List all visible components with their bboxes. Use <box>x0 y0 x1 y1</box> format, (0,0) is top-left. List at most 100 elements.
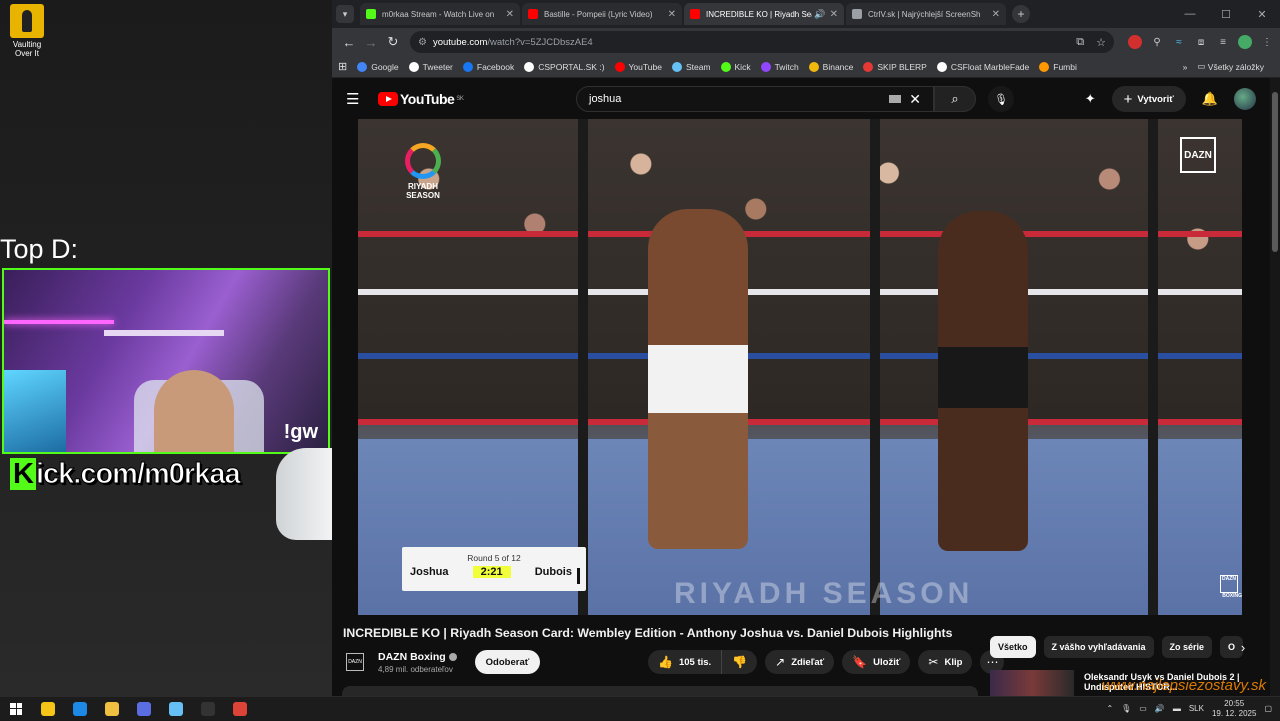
bookmark-item[interactable]: CSFloat MarbleFade <box>936 61 1029 72</box>
channel-name[interactable]: DAZN Boxing <box>378 651 446 663</box>
clip-button[interactable]: ✂ Klip <box>918 650 973 674</box>
taskbar-app-folder[interactable] <box>96 697 128 721</box>
chips-next-arrow-icon[interactable]: › <box>1232 636 1254 658</box>
scorebug-row: Joshua 2:21 Dubois <box>402 566 586 578</box>
browser-tab[interactable]: m0rkaa Stream - Watch Live on ✕ <box>360 3 520 25</box>
minimize-icon[interactable]: — <box>1172 0 1208 28</box>
bookmark-item[interactable]: YouTube <box>614 61 662 72</box>
close-tab-icon[interactable]: ✕ <box>506 9 514 20</box>
tab-audio-icon[interactable]: 🔊 <box>814 9 825 20</box>
extension-red-icon[interactable] <box>1128 35 1142 49</box>
bookmark-item[interactable]: SKIP BLERP <box>863 61 927 72</box>
tab-search-button[interactable]: ▾ <box>336 5 354 23</box>
create-button[interactable]: + Vytvoriť <box>1111 86 1186 112</box>
close-window-icon[interactable]: ✕ <box>1244 0 1280 28</box>
taskbar-app-files[interactable] <box>64 697 96 721</box>
bookmark-item[interactable]: Tweeter <box>408 61 453 72</box>
close-tab-icon[interactable]: ✕ <box>830 9 838 20</box>
language-indicator[interactable]: SLK <box>1189 704 1204 713</box>
browser-tab[interactable]: CtrlV.sk | Najrýchlejší ScreenSh ✕ <box>846 3 1006 25</box>
filter-chip[interactable]: Všetko <box>990 636 1036 658</box>
microphone-icon[interactable]: 🎙 <box>1121 704 1131 713</box>
bookmark-item[interactable]: Fumbi <box>1039 61 1077 72</box>
video-player[interactable]: RIYADH SEASON RIYADH SEASON DAZN DAZN BO… <box>358 119 1242 615</box>
all-bookmarks-folder[interactable]: ▭ Všetky záložky <box>1197 61 1264 72</box>
taskbar-app-chrome[interactable] <box>224 697 256 721</box>
close-tab-icon[interactable]: ✕ <box>992 9 1000 20</box>
car-decoration <box>276 448 332 540</box>
scissors-icon: ✂ <box>928 655 939 669</box>
bookmark-label: Google <box>371 61 399 72</box>
taskbar-app-steam[interactable] <box>160 697 192 721</box>
files-icon <box>73 701 87 716</box>
bookmark-item[interactable]: CSPORTAL.SK :) <box>524 61 605 72</box>
search-input[interactable]: joshua ✕ <box>576 86 934 112</box>
subscribe-button[interactable]: Odoberať <box>474 650 541 674</box>
channel-name-row[interactable]: DAZN Boxing <box>378 651 457 663</box>
close-tab-icon[interactable]: ✕ <box>668 9 676 20</box>
clear-search-icon[interactable]: ✕ <box>909 91 921 108</box>
new-tab-button[interactable]: + <box>1012 5 1030 23</box>
battery-icon[interactable]: ▬ <box>1173 704 1181 713</box>
bookmarks-overflow-icon[interactable]: » <box>1183 62 1188 72</box>
reload-button[interactable]: ↻ <box>382 31 404 53</box>
clock[interactable]: 20:55 19. 12. 2025 <box>1212 699 1256 719</box>
bookmark-item[interactable]: Kick <box>720 61 751 72</box>
ai-sparkle-icon[interactable]: ✦ <box>1085 91 1096 107</box>
menu-hamburger-icon[interactable]: ☰ <box>346 90 366 108</box>
like-button[interactable]: 👍 105 tis. <box>648 650 723 674</box>
extension-blue-icon[interactable]: ≈ <box>1172 35 1186 49</box>
omnibox[interactable]: ⚙ youtube.com/watch?v=5ZJCDbszAE4 ⧉ ☆ <box>410 31 1114 53</box>
dazn-logo: DAZN <box>1180 137 1216 173</box>
cast-icon[interactable]: ⧉ <box>1076 36 1084 49</box>
maximize-icon[interactable]: ☐ <box>1208 0 1244 28</box>
bookmark-item[interactable]: Twitch <box>760 61 799 72</box>
recommended-thumbnail[interactable] <box>990 670 1074 696</box>
apps-grid-icon[interactable]: ⊞ <box>338 60 347 73</box>
notifications-icon[interactable]: ▢ <box>1264 704 1272 713</box>
browser-tab[interactable]: INCREDIBLE KO | Riyadh Sea 🔊 ✕ <box>684 3 844 25</box>
voice-search-icon[interactable]: 🎙 <box>988 86 1014 112</box>
volume-icon[interactable]: 🔊 <box>1155 704 1165 713</box>
taskbar-app-obs[interactable] <box>192 697 224 721</box>
start-button[interactable] <box>0 697 32 721</box>
bookmark-star-icon[interactable]: ☆ <box>1096 36 1106 49</box>
notifications-bell-icon[interactable]: 🔔 <box>1202 91 1218 107</box>
tray-overflow-icon[interactable]: ⌃ <box>1106 704 1113 713</box>
share-button[interactable]: ↗ Zdieľať <box>765 650 835 674</box>
url-text[interactable]: youtube.com/watch?v=5ZJCDbszAE4 <box>433 37 1076 48</box>
filter-chip[interactable]: Zo série <box>1161 636 1213 658</box>
youtube-logo[interactable]: YouTube SK <box>378 91 464 107</box>
folder-icon <box>105 701 119 716</box>
forward-button[interactable]: → <box>360 31 382 53</box>
bookmark-label: YouTube <box>628 61 662 72</box>
account-avatar[interactable] <box>1234 88 1256 110</box>
dislike-button[interactable]: 👎 <box>722 650 757 674</box>
scrollbar-thumb[interactable] <box>1272 92 1278 252</box>
extension-pin-icon[interactable]: ⚲ <box>1150 35 1164 49</box>
desktop-shortcut-vaulting-over-it[interactable]: Vaulting Over It <box>4 4 50 58</box>
profile-avatar-icon[interactable] <box>1238 35 1252 49</box>
back-button[interactable]: ← <box>338 31 360 53</box>
network-icon[interactable]: ▭ <box>1139 704 1147 713</box>
bookmark-item[interactable]: Steam <box>671 61 711 72</box>
filter-chip[interactable]: Z vášho vyhľadávania <box>1043 636 1154 658</box>
description-box[interactable] <box>342 686 978 696</box>
site-info-icon[interactable]: ⚙ <box>418 37 427 48</box>
browser-tab[interactable]: Bastille - Pompeii (Lyric Video) ✕ <box>522 3 682 25</box>
extensions-puzzle-icon[interactable]: ⧈ <box>1194 35 1208 49</box>
bookmark-item[interactable]: Binance <box>808 61 853 72</box>
clip-label: Klip <box>944 656 963 668</box>
page-scrollbar[interactable] <box>1270 78 1280 696</box>
reading-list-icon[interactable]: ≡ <box>1216 35 1230 49</box>
channel-avatar[interactable]: DAZN <box>346 653 364 671</box>
taskbar-app-chrome-alt[interactable] <box>128 697 160 721</box>
keyboard-icon[interactable] <box>889 95 902 103</box>
browser-menu-icon[interactable]: ⋮ <box>1260 35 1274 49</box>
boxer-joshua <box>648 209 748 549</box>
taskbar-app-explorer[interactable] <box>32 697 64 721</box>
bookmark-item[interactable]: Facebook <box>462 61 514 72</box>
save-button[interactable]: 🔖 Uložiť <box>842 650 911 674</box>
search-button[interactable]: ⌕ <box>934 86 976 112</box>
bookmark-item[interactable]: Google <box>357 61 399 72</box>
